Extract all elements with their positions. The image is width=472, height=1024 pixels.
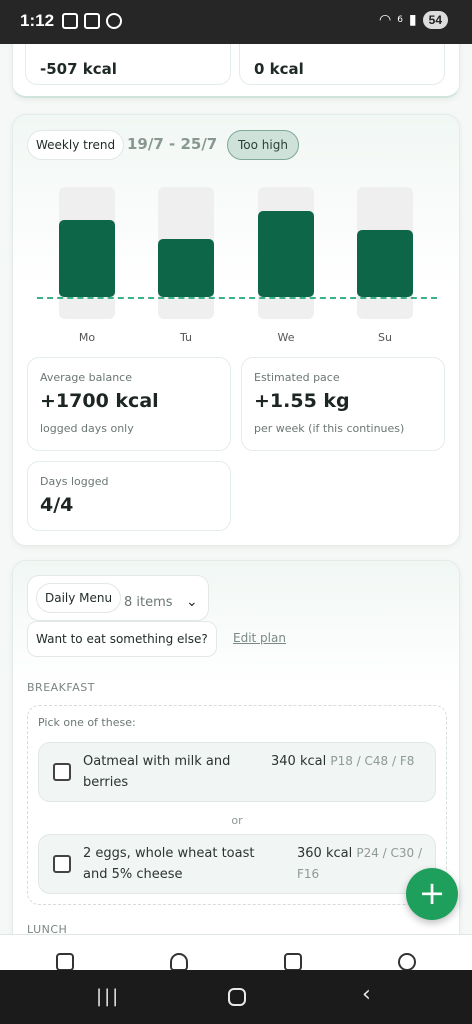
meal-checkbox[interactable] — [53, 763, 71, 781]
recent-apps-icon[interactable]: ||| — [96, 986, 120, 1007]
average-balance-label: Average balance — [40, 371, 132, 384]
right-balance-value: 0 kcal — [254, 60, 304, 78]
home-icon[interactable] — [228, 988, 246, 1006]
bar-mo — [59, 220, 115, 297]
bar-we — [258, 211, 314, 297]
chevron-down-icon: ⌄ — [186, 594, 198, 610]
days-logged-value: 4/4 — [40, 494, 74, 516]
daily-menu-card: Daily Menu 8 items ⌄ Want to eat somethi… — [12, 560, 460, 934]
back-icon[interactable]: ‹ — [362, 982, 371, 1007]
weekly-bar-chart: Mo Tu We Su — [33, 185, 443, 355]
status-notification-icons — [62, 13, 122, 29]
meal-macros: P18 / C48 / F8 — [330, 754, 415, 768]
meal-kcal-info: 340 kcal P18 / C48 / F8 — [271, 751, 431, 772]
weekly-trend-card: Weekly trend 19/7 - 25/7 Too high Mo Tu We… — [12, 114, 460, 546]
battery-indicator: 54 — [422, 11, 448, 29]
pick-one-label: Pick one of these: — [38, 716, 136, 729]
meal-checkbox[interactable] — [53, 855, 71, 873]
status-right: ◠ 6 ▮ 54 — [379, 11, 448, 29]
bar-label: Tu — [179, 331, 193, 344]
items-count: 8 items — [124, 595, 173, 610]
average-balance-value: +1700 kcal — [40, 390, 159, 412]
bar-label: Mo — [78, 331, 96, 344]
left-balance-value: -507 kcal — [40, 60, 117, 78]
cast-icon — [84, 13, 100, 29]
target-line — [37, 297, 437, 299]
estimated-pace-value: +1.55 kg — [254, 390, 350, 412]
lunch-header: LUNCH — [27, 923, 68, 934]
eat-something-else-button[interactable]: Want to eat something else? — [27, 621, 217, 657]
bottom-navigation — [0, 934, 472, 971]
status-badge: Too high — [227, 130, 299, 160]
estimated-pace-tile: Estimated pace +1.55 kg per week (if thi… — [241, 357, 445, 451]
estimated-pace-label: Estimated pace — [254, 371, 340, 384]
daily-menu-label: Daily Menu — [36, 583, 122, 613]
average-balance-tile: Average balance +1700 kcal logged days o… — [27, 357, 231, 451]
bar-label: Su — [378, 331, 392, 344]
meal-name: Oatmeal with milk and berries — [83, 754, 231, 790]
signal-label: 6 — [397, 15, 403, 25]
app-content[interactable]: -507 kcal 0 kcal Weekly trend 19/7 - 25/… — [0, 44, 472, 934]
breakfast-options-box: Pick one of these: Oatmeal with milk and… — [27, 705, 447, 905]
or-separator: or — [231, 814, 243, 827]
signal-icon: ▮ — [408, 12, 417, 28]
average-balance-note: logged days only — [40, 422, 134, 435]
system-navigation-bar: ||| ‹ — [0, 970, 472, 1024]
nav-chat-icon[interactable] — [170, 953, 188, 971]
meal-kcal: 340 kcal — [271, 754, 327, 769]
breakfast-header: BREAKFAST — [27, 681, 95, 694]
estimated-pace-note: per week (if this continues) — [254, 422, 405, 435]
right-balance-tile: 0 kcal — [239, 44, 445, 85]
bar-tu — [158, 239, 214, 297]
meal-kcal-info: 360 kcal P24 / C30 / F16 — [297, 843, 427, 885]
meal-name: 2 eggs, whole wheat toast and 5% cheese — [83, 846, 255, 882]
bar-label: We — [277, 331, 295, 344]
meal-kcal: 360 kcal — [297, 846, 353, 861]
vpn-icon — [106, 13, 122, 29]
days-logged-tile: Days logged 4/4 — [27, 461, 231, 531]
nav-profile-icon[interactable] — [398, 953, 416, 971]
edit-plan-link[interactable]: Edit plan — [233, 631, 286, 645]
date-range: 19/7 - 25/7 — [127, 135, 218, 153]
daily-menu-selector[interactable]: Daily Menu 8 items ⌄ — [27, 575, 209, 621]
screenshot-icon — [62, 13, 78, 29]
bar-su — [357, 230, 413, 297]
left-balance-tile: -507 kcal — [25, 44, 231, 85]
balance-card: -507 kcal 0 kcal — [12, 44, 460, 98]
status-bar: 1:12 ◠ 6 ▮ 54 — [0, 0, 472, 44]
meal-option[interactable]: 2 eggs, whole wheat toast and 5% cheese … — [38, 834, 436, 894]
meal-option[interactable]: Oatmeal with milk and berries 340 kcal P… — [38, 742, 436, 802]
weekly-trend-label: Weekly trend — [27, 130, 125, 160]
wifi-icon: ◠ — [378, 12, 392, 28]
nav-plan-icon[interactable] — [56, 953, 74, 971]
status-time: 1:12 — [20, 11, 55, 30]
days-logged-label: Days logged — [40, 475, 109, 488]
nav-journal-icon[interactable] — [284, 953, 302, 971]
add-button[interactable]: + — [406, 868, 458, 920]
